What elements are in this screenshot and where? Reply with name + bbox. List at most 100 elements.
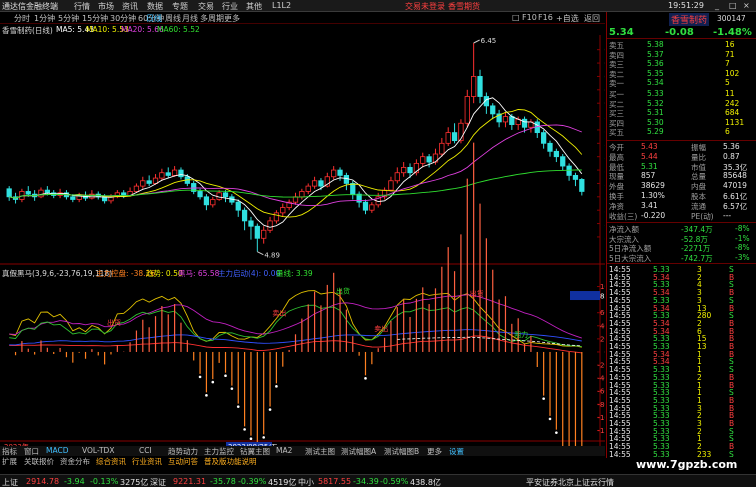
stat-row[interactable]: 外盘 38629 内盘 47019 xyxy=(607,181,756,191)
chart-background xyxy=(0,35,605,446)
sell-level[interactable]: 卖二 5.35 102 xyxy=(607,69,756,79)
tab-更多[interactable]: 更多 xyxy=(224,13,240,24)
tab-周线[interactable]: 周线 xyxy=(165,13,181,24)
candle-body xyxy=(490,105,496,115)
back-button[interactable]: 返回 xyxy=(584,13,600,24)
tab-日线[interactable]: 日线 xyxy=(146,13,162,24)
candle-body xyxy=(121,192,127,196)
buy-level[interactable]: 买二 5.32 242 xyxy=(607,99,756,109)
buy-level[interactable]: 买三 5.31 684 xyxy=(607,108,756,118)
candle-body xyxy=(165,172,171,176)
menu-item-行业[interactable]: 行业 xyxy=(222,1,238,12)
tab-30分钟[interactable]: 30分钟 xyxy=(110,13,136,24)
quote-panel: 香雪制药 300147 5.34 -0.08 -1.48% 卖五 5.38 16 卖四… xyxy=(606,12,756,473)
tick-list[interactable]: 14:55 5.33 3 S 14:55 5.34 2 B 14:55 5.33 4 S 14:55 5.… xyxy=(607,263,756,473)
stat-row[interactable]: 最低 5.31 市值 35.3亿 xyxy=(607,162,756,172)
histogram-dot xyxy=(275,385,278,388)
candle-body xyxy=(369,204,375,211)
stat-row[interactable]: 净资 3.41 流通 6.57亿 xyxy=(607,201,756,211)
flow-row[interactable]: 5日大宗流入 -742.7万 -3% xyxy=(607,253,756,263)
candle-body xyxy=(401,166,407,174)
sz-index-change: -35.78 xyxy=(210,477,236,486)
candle-body xyxy=(318,180,324,187)
candle-body xyxy=(553,150,559,158)
period-toolbar: 分时 1分钟 5分钟 15分钟 30分钟 60分钟 日线 周线 月线 多周期 更… xyxy=(0,12,605,24)
price-axis-label: 6.00 xyxy=(604,100,605,108)
tab-分时[interactable]: 分时 xyxy=(14,13,30,24)
stat-row[interactable]: 最高 5.44 量比 0.87 xyxy=(607,152,756,162)
server-info[interactable]: 平安证券北京上证云行情 xyxy=(526,477,614,487)
sell-level[interactable]: 卖五 5.38 16 xyxy=(607,40,756,50)
buy-level[interactable]: 买五 5.29 6 xyxy=(607,127,756,137)
menu-item-l1l2[interactable]: L1L2 xyxy=(272,1,291,10)
price-header: 5.34 -0.08 -1.48% xyxy=(607,25,756,39)
low-label: 4.89 xyxy=(264,252,280,260)
sz-index-name[interactable]: 深证 xyxy=(150,477,166,487)
tab-15分钟[interactable]: 15分钟 xyxy=(82,13,108,24)
sh-index-name[interactable]: 上证 xyxy=(2,477,18,487)
menu-item-其他[interactable]: 其他 xyxy=(246,1,262,12)
menu-item-资讯[interactable]: 资讯 xyxy=(122,1,138,12)
buy-level[interactable]: 买一 5.33 11 xyxy=(607,89,756,99)
flow-row[interactable]: 净流入额 -347.4万 -8% xyxy=(607,224,756,234)
extension-tab[interactable]: 综合资讯 xyxy=(96,456,126,467)
tab-5分钟[interactable]: 5分钟 xyxy=(58,13,79,24)
candle-body xyxy=(280,207,286,214)
tab-1分钟[interactable]: 1分钟 xyxy=(34,13,55,24)
signal-mark: 出货 xyxy=(336,286,350,295)
stat-row[interactable]: 现量 857 总量 85648 xyxy=(607,171,756,181)
sell-level[interactable]: 卖四 5.37 71 xyxy=(607,50,756,60)
sz-index-value: 9221.31 xyxy=(173,477,207,486)
toolbar-button-box[interactable]: □ xyxy=(512,13,520,22)
extension-tab[interactable]: 普及版功能说明 xyxy=(204,456,257,467)
candle-body xyxy=(394,172,400,182)
toolbar-button-f10[interactable]: F10 xyxy=(522,13,537,22)
buy-level-cell: 1131 xyxy=(725,117,745,127)
candle-body xyxy=(477,76,483,97)
price-axis-label: 6.10 xyxy=(604,86,605,94)
menu-item-市场[interactable]: 市场 xyxy=(98,1,114,12)
maximize-icon[interactable]: □ xyxy=(729,1,737,10)
sell-level[interactable]: 卖三 5.36 7 xyxy=(607,59,756,69)
menu-item-行情[interactable]: 行情 xyxy=(74,1,90,12)
indicator-tab[interactable]: VOL-TDX xyxy=(82,446,114,455)
futures-link[interactable]: 香雪期货 xyxy=(448,1,480,12)
sh-index-change: -3.94 xyxy=(64,477,85,486)
status-bar: 上证 2914.78 -3.94 -0.13% 3275亿 深证 9221.31… xyxy=(0,474,756,487)
indicator-tab[interactable]: MA2 xyxy=(276,446,292,455)
menu-item-交易[interactable]: 交易 xyxy=(198,1,214,12)
flow-row[interactable]: 大宗流入 -52.8万 -1% xyxy=(607,234,756,244)
add-watchlist-button[interactable]: +自选 xyxy=(556,13,579,24)
toolbar-button-f16[interactable]: F16 xyxy=(538,13,553,22)
extension-tab[interactable]: 扩展 xyxy=(2,456,17,467)
black-horse-label: 黑马: 65.58 xyxy=(178,269,220,278)
indicator-tabs: 指标 窗口 MACD VOL-TDX CCI 趋势动力 主力监控 钻翼主图 MA2 测试主图 测试幅… xyxy=(0,446,605,456)
extension-tab[interactable]: 行业资讯 xyxy=(132,456,162,467)
sell-level[interactable]: 卖一 5.34 5 xyxy=(607,78,756,88)
zx-index-name[interactable]: 中小 xyxy=(298,477,314,487)
sh-index-pct: -0.13% xyxy=(90,477,119,486)
extension-tab[interactable]: 互动问答 xyxy=(168,456,198,467)
extension-tab[interactable]: 关联报价 xyxy=(24,456,54,467)
tab-月线[interactable]: 月线 xyxy=(182,13,198,24)
price-axis-label: 5.00 xyxy=(604,233,605,241)
trade-login-status[interactable]: 交易未登录 xyxy=(405,1,445,12)
kline-chart[interactable]: 6.40 6.30 6.20 6.10 6.00 5.90 5.80 5.70 5.60 5.50… xyxy=(0,35,605,446)
candle-body xyxy=(407,166,413,174)
extension-tab[interactable]: 资金分布 xyxy=(60,456,90,467)
menu-item-专题[interactable]: 专题 xyxy=(172,1,188,12)
sell-level-cell: 5.37 xyxy=(647,49,664,59)
stat-row[interactable]: 换手 1.30% 股本 6.61亿 xyxy=(607,191,756,201)
flow-row[interactable]: 5日净流入额 -2271万 -8% xyxy=(607,243,756,253)
menu-item-数据[interactable]: 数据 xyxy=(147,1,163,12)
minimize-icon[interactable]: _ xyxy=(715,1,719,10)
buy-level[interactable]: 买四 5.30 1131 xyxy=(607,118,756,128)
close-icon[interactable]: × xyxy=(743,1,750,10)
tab-多周期[interactable]: 多周期 xyxy=(200,13,224,24)
stat-row[interactable]: 今开 5.43 振幅 5.36 xyxy=(607,142,756,152)
indicator-tab[interactable]: CCI xyxy=(139,446,152,455)
stat-row-cell: -0.220 xyxy=(641,210,666,220)
histogram-dot xyxy=(230,387,234,390)
indicator-tab[interactable]: MACD xyxy=(46,446,68,455)
stat-row[interactable]: 收益(三) -0.220 PE(动) --- xyxy=(607,211,756,221)
